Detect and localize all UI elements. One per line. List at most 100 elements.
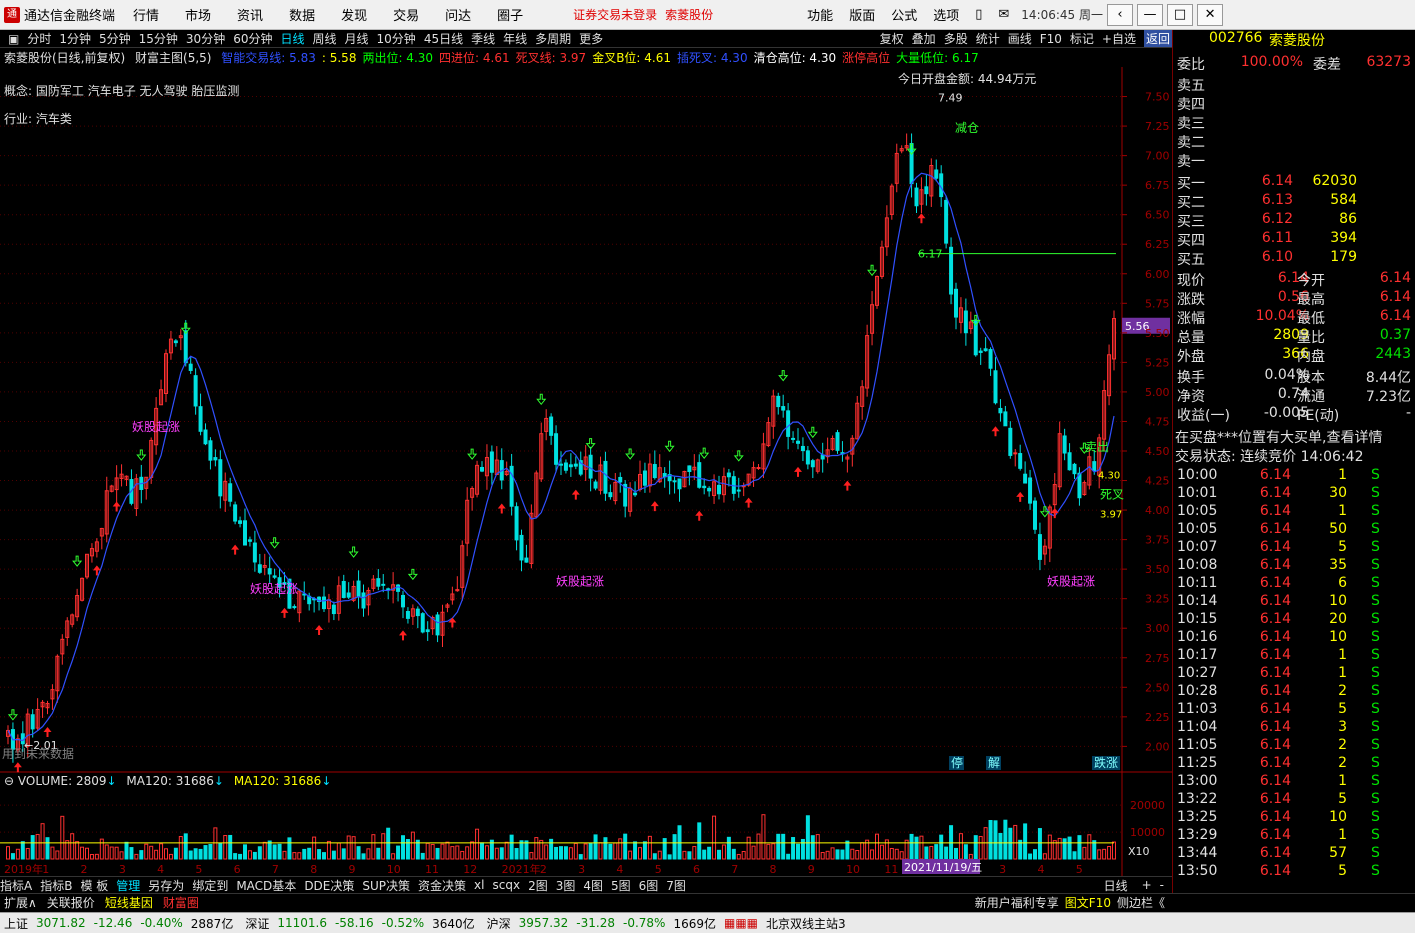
close-icon[interactable]: ✕ [1197, 3, 1224, 26]
tab-17[interactable]: 7图 [666, 877, 686, 894]
menu-shichang[interactable]: 市场 [185, 5, 211, 24]
menu-gongshi[interactable]: 公式 [891, 5, 917, 24]
period-11[interactable]: 季线 [471, 30, 495, 47]
mail-icon[interactable]: ✉ [998, 7, 1009, 22]
promo-1[interactable]: 图文F10 [1065, 894, 1111, 911]
menu-quanzi[interactable]: 圈子 [497, 5, 523, 24]
back-icon[interactable]: ‹ [1107, 3, 1134, 26]
tab-20[interactable]: - [1160, 878, 1164, 892]
tab-16[interactable]: 6图 [639, 877, 659, 894]
volume-bar [934, 844, 939, 860]
tab-5[interactable]: 绑定到 [192, 877, 228, 894]
tick-side: S [1371, 665, 1380, 681]
period-12[interactable]: 年线 [503, 30, 527, 47]
maximize-icon[interactable]: □ [1167, 3, 1194, 26]
tab-12[interactable]: 2图 [528, 877, 548, 894]
notice-login[interactable]: 证券交易未登录 [573, 6, 657, 23]
tab-1[interactable]: 指标B [40, 877, 72, 894]
period-0[interactable]: 分时 [27, 30, 51, 47]
volume-bar [139, 850, 144, 860]
tab-13[interactable]: 3图 [556, 877, 576, 894]
period-2[interactable]: 5分钟 [99, 30, 131, 47]
ext-tab-3[interactable]: 财富圈 [163, 894, 199, 911]
kline-chart[interactable]: 6.177.49←2.01妖股起涨妖股起涨妖股起涨 妖股起涨减仓卖出死叉4.303… [0, 67, 1172, 876]
tick-row-2: 10:05 6.14 1 S [1173, 503, 1415, 522]
period-4[interactable]: 30分钟 [186, 30, 225, 47]
period-1[interactable]: 1分钟 [59, 30, 91, 47]
menu-gongneng[interactable]: 功能 [807, 5, 833, 24]
menu-xuanxiang[interactable]: 选项 [933, 5, 959, 24]
tab-10[interactable]: xl [474, 878, 484, 892]
tab-3[interactable]: 管理 [116, 877, 140, 894]
tab-19[interactable]: + [1142, 878, 1152, 892]
menu-wenda[interactable]: 问达 [445, 5, 471, 24]
menu-shuju[interactable]: 数据 [289, 5, 315, 24]
tab-15[interactable]: 5图 [611, 877, 631, 894]
index-name-2[interactable]: 沪深 [487, 915, 511, 932]
tool-4[interactable]: 画线 [1008, 30, 1032, 47]
volume-bar [870, 849, 875, 860]
tool-5[interactable]: F10 [1040, 32, 1062, 46]
promo-2[interactable]: 侧边栏《 [1117, 894, 1165, 911]
notice-stock[interactable]: 索菱股份 [665, 6, 713, 23]
tool-2[interactable]: 多股 [944, 30, 968, 47]
tile-icon[interactable]: ▣ [8, 32, 19, 46]
tool-6[interactable]: 标记 [1070, 30, 1094, 47]
tool-7[interactable]: +自选 [1102, 30, 1136, 47]
candle-body [361, 592, 366, 609]
volume-collapse-icon[interactable]: ⊖ [4, 774, 18, 788]
tab-14[interactable]: 4图 [583, 877, 603, 894]
tool-3[interactable]: 统计 [976, 30, 1000, 47]
tool-0[interactable]: 复权 [880, 30, 904, 47]
period-13[interactable]: 多周期 [535, 30, 571, 47]
period-9[interactable]: 10分钟 [377, 30, 416, 47]
promo-0[interactable]: 新用户福利专享 [975, 894, 1059, 911]
volume-bar [292, 852, 297, 860]
tick-side: S [1371, 575, 1380, 591]
phone-icon[interactable]: ▯ [975, 7, 982, 22]
server-name[interactable]: 北京双线主站3 [766, 915, 846, 932]
ext-tab-0[interactable]: 扩展∧ [4, 894, 37, 911]
period-8[interactable]: 月线 [345, 30, 369, 47]
period-6[interactable]: 日线 [280, 30, 304, 47]
quote-panel: 002766 索菱股份 委比 100.00% 委差 63273 卖五 卖四 卖三 卖二 卖一 买一 6.… [1172, 30, 1415, 893]
tab-6[interactable]: MACD基本 [236, 877, 296, 894]
tab-18[interactable]: 日线 [1104, 877, 1128, 894]
tab-0[interactable]: 指标A [0, 877, 32, 894]
period-5[interactable]: 60分钟 [233, 30, 272, 47]
candle-body [697, 462, 702, 488]
volume-bar [312, 836, 317, 860]
menu-faxian[interactable]: 发现 [341, 5, 367, 24]
tick-row-10: 10:17 6.14 1 S [1173, 647, 1415, 666]
tab-8[interactable]: SUP决策 [362, 877, 410, 894]
tool-8[interactable]: 返回 [1143, 30, 1172, 47]
menu-banmian[interactable]: 版面 [849, 5, 875, 24]
period-10[interactable]: 45日线 [424, 30, 463, 47]
tick-side: S [1371, 755, 1380, 771]
index-name-0[interactable]: 上证 [4, 915, 28, 932]
index-name-1[interactable]: 深证 [245, 915, 269, 932]
ext-tab-1[interactable]: 关联报价 [47, 894, 95, 911]
sell-arrow-icon [536, 393, 547, 406]
period-3[interactable]: 15分钟 [139, 30, 178, 47]
tab-11[interactable]: scqx [492, 878, 520, 892]
tab-4[interactable]: 另存为 [148, 877, 184, 894]
volume-bar [875, 833, 879, 860]
sell-arrow-icon [136, 449, 147, 461]
tab-7[interactable]: DDE决策 [304, 877, 354, 894]
main-formula[interactable]: 财富主图(5,5) [135, 51, 211, 65]
menu-hangqing[interactable]: 行情 [133, 5, 159, 24]
index-change-0: -12.46 [93, 916, 133, 930]
menu-jiaoyi[interactable]: 交易 [393, 5, 419, 24]
tab-9[interactable]: 资金决策 [418, 877, 466, 894]
volume-bar [75, 841, 80, 860]
minimize-icon[interactable]: — [1137, 3, 1164, 26]
period-14[interactable]: 更多 [579, 30, 603, 47]
tab-2[interactable]: 模 板 [80, 877, 108, 894]
volume-bar [144, 843, 149, 860]
ext-tab-2[interactable]: 短线基因 [105, 894, 153, 911]
tool-1[interactable]: 叠加 [912, 30, 936, 47]
tick-price: 6.14 [1259, 683, 1291, 699]
period-7[interactable]: 周线 [313, 30, 337, 47]
menu-zixun[interactable]: 资讯 [237, 5, 263, 24]
